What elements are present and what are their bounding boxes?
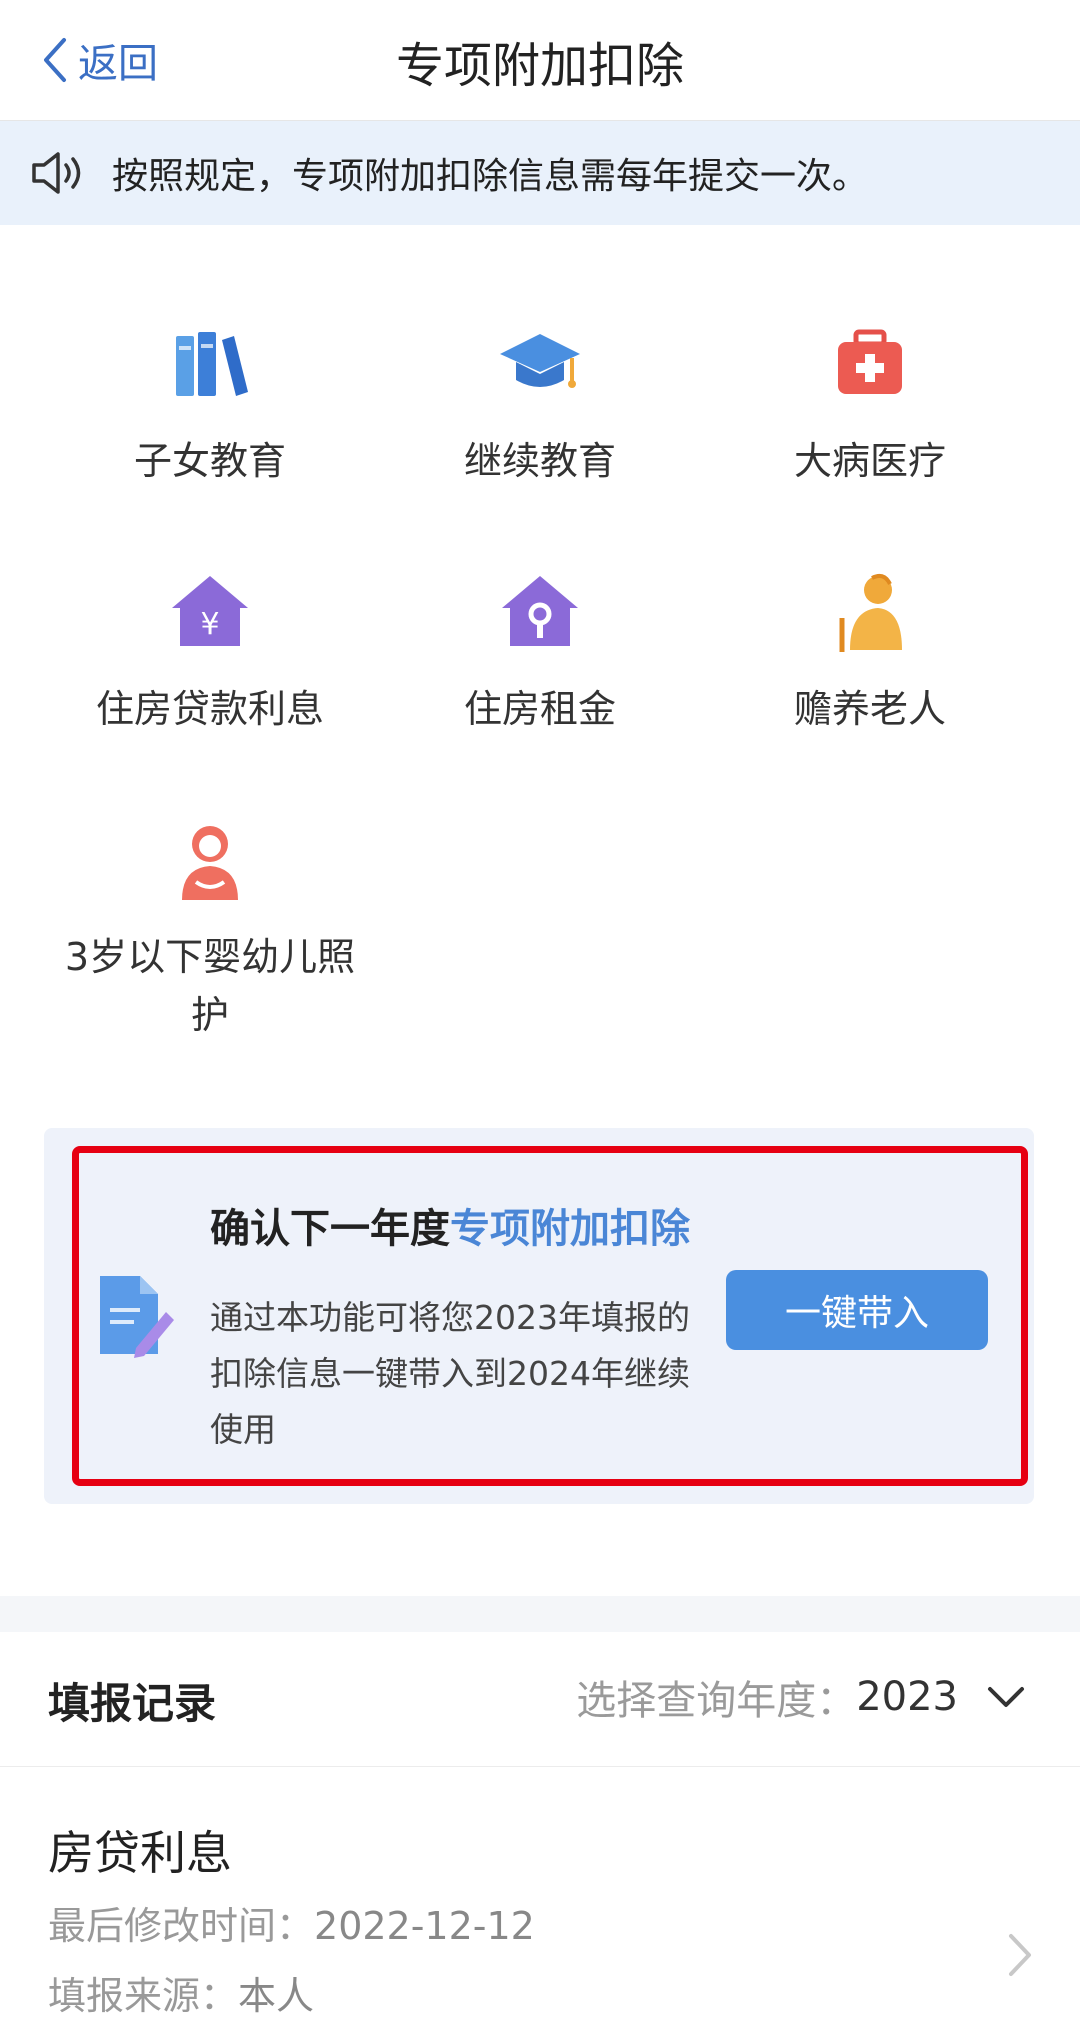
category-serious-illness[interactable]: 大病医疗 — [720, 322, 1020, 490]
category-continuing-education[interactable]: 继续教育 — [390, 322, 690, 490]
category-child-education[interactable]: 子女教育 — [60, 322, 360, 490]
category-label: 大病医疗 — [793, 439, 946, 483]
record-source-value: 本人 — [238, 1974, 315, 2018]
one-key-import-button[interactable]: 一键带入 — [726, 1270, 988, 1350]
page-title: 专项附加扣除 — [395, 38, 684, 94]
medical-kit-icon — [838, 329, 902, 394]
card-description: 通过本功能可将您2023年填报的扣除信息一键带入到2024年继续使用 — [210, 1298, 690, 1449]
category-housing-rent[interactable]: 住房租金 — [390, 570, 690, 738]
record-name: 房贷利息 — [48, 1826, 232, 1880]
record-modified-value: 2022-12-12 — [314, 1904, 535, 1948]
document-edit-icon — [100, 1276, 174, 1358]
category-label: 赡养老人 — [793, 687, 946, 731]
house-key-icon — [502, 576, 578, 646]
card-title: 确认下一年度专项附加扣除 — [210, 1196, 690, 1254]
category-infant-care[interactable]: 3岁以下婴幼儿照 护 — [40, 818, 380, 1044]
record-modified-time: 最后修改时间：2022-12-12 — [48, 1895, 535, 1950]
category-label: 住房租金 — [463, 687, 616, 731]
nav-header: 返回 专项附加扣除 — [0, 0, 1080, 121]
section-divider — [0, 1596, 1080, 1632]
category-label: 继续教育 — [463, 439, 616, 483]
record-source-label: 填报来源： — [48, 1974, 239, 2018]
year-selector[interactable]: 选择查询年度： 2023 — [576, 1668, 1026, 1726]
house-yuan-icon: ¥ — [172, 576, 248, 646]
category-elderly-support[interactable]: 赡养老人 — [720, 570, 1020, 738]
category-label: 子女教育 — [133, 439, 286, 483]
category-housing-loan-interest[interactable]: ¥ 住房贷款利息 — [60, 570, 360, 738]
chevron-down-icon — [988, 1687, 1024, 1707]
year-selector-value: 2023 — [856, 1674, 958, 1720]
card-title-highlight: 专项附加扣除 — [450, 1206, 690, 1252]
category-label: 住房贷款利息 — [95, 687, 324, 731]
mother-icon — [182, 826, 238, 900]
category-label: 3岁以下婴幼儿照 护 — [64, 935, 356, 1037]
record-item[interactable]: 房贷利息 最后修改时间：2022-12-12 填报来源：本人 — [0, 1767, 1080, 2033]
notice-text: 按照规定，专项附加扣除信息需每年提交一次。 — [112, 156, 869, 197]
svg-text:¥: ¥ — [200, 607, 219, 642]
notice-bar: 按照规定，专项附加扣除信息需每年提交一次。 — [0, 121, 1080, 225]
speaker-icon — [32, 152, 81, 194]
books-icon — [176, 332, 248, 396]
chevron-right-icon — [1009, 1934, 1031, 1976]
record-modified-label: 最后修改时间： — [48, 1904, 315, 1948]
records-title: 填报记录 — [48, 1679, 217, 1728]
year-selector-label: 选择查询年度： — [576, 1678, 857, 1724]
card-title-prefix: 确认下一年度 — [210, 1206, 450, 1252]
elderly-person-icon — [839, 574, 902, 652]
record-source: 填报来源：本人 — [48, 1965, 314, 2020]
graduation-cap-icon — [500, 334, 580, 388]
